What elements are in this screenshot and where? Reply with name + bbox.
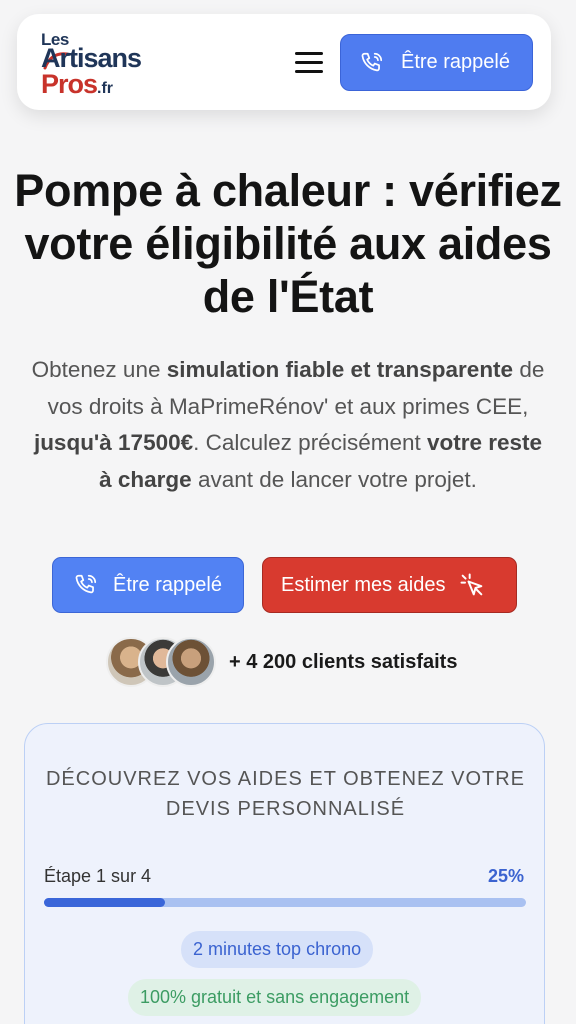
card-title: DÉCOUVREZ VOS AIDES ET OBTENEZ VOTRE DEV… (45, 768, 526, 820)
simulation-card: DÉCOUVREZ VOS AIDES ET OBTENEZ VOTRE DEV… (24, 723, 545, 1024)
step-label: Étape 1 sur 4 (44, 866, 152, 886)
phone-icon (75, 574, 97, 594)
site-header: Les Artisans Pros.fr Être rappelé (17, 14, 551, 110)
header-call-button[interactable]: Être rappelé (340, 34, 533, 91)
estimate-aids-button[interactable]: Estimer mes aides (262, 557, 517, 613)
hero-description: Obtenez une simulation fiable et transpa… (31, 357, 545, 492)
header-call-label: Être rappelé (401, 51, 510, 73)
logo-suffix: .fr (97, 80, 114, 97)
cursor-click-icon (460, 573, 482, 596)
progress-bar (44, 898, 526, 907)
call-button[interactable]: Être rappelé (52, 557, 244, 613)
hamburger-icon[interactable] (295, 50, 323, 74)
phone-icon (361, 52, 383, 71)
avatar (166, 637, 216, 687)
call-button-label: Être rappelé (113, 573, 222, 596)
satisfied-clients-count: + 4 200 clients satisfaits (229, 651, 458, 673)
logo[interactable]: Les Artisans Pros.fr (41, 30, 171, 98)
duration-chip: 2 minutes top chrono (181, 931, 374, 968)
page-title: Pompe à chaleur : vérifiez votre éligibi… (14, 165, 562, 322)
progress-fill (44, 898, 165, 907)
free-chip: 100% gratuit et sans engagement (128, 979, 422, 1016)
customer-avatars (106, 637, 218, 689)
logo-line-pros: Pros.fr (41, 69, 114, 99)
step-percent: 25% (487, 866, 524, 886)
estimate-button-label: Estimer mes aides (281, 573, 446, 596)
